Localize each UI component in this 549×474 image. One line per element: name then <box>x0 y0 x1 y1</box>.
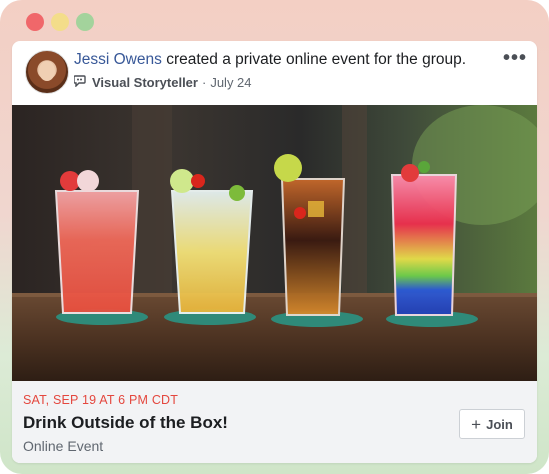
meta-separator: · <box>201 75 207 90</box>
author-avatar[interactable] <box>25 50 69 94</box>
minimize-dot[interactable] <box>51 13 69 31</box>
close-dot[interactable] <box>26 13 44 31</box>
avatar-face <box>39 61 55 81</box>
event-details: SAT, SEP 19 AT 6 PM CDT Drink Outside of… <box>12 381 537 463</box>
post-header: Jessi Owens created a private online eve… <box>12 41 537 105</box>
event-cover-photo[interactable] <box>12 105 537 381</box>
post-headline: Jessi Owens created a private online eve… <box>74 51 466 69</box>
join-label: Join <box>486 416 513 432</box>
event-type: Online Event <box>23 438 104 454</box>
join-button[interactable]: + Join <box>459 409 525 439</box>
group-name-link[interactable]: Visual Storyteller <box>92 75 198 90</box>
window-controls <box>26 13 94 31</box>
post-subline: Visual Storyteller · July 24 <box>73 75 252 90</box>
more-options-icon[interactable]: ••• <box>503 47 527 70</box>
author-name-link[interactable]: Jessi Owens <box>74 51 162 68</box>
post-date[interactable]: July 24 <box>210 75 251 90</box>
group-speech-icon <box>73 75 88 90</box>
maximize-dot[interactable] <box>76 13 94 31</box>
event-post-card: Jessi Owens created a private online eve… <box>12 41 537 463</box>
event-date-time: SAT, SEP 19 AT 6 PM CDT <box>23 393 179 407</box>
post-action-text: created a private online event for the g… <box>166 51 467 68</box>
plus-icon: + <box>471 414 482 434</box>
event-title[interactable]: Drink Outside of the Box! <box>23 413 228 433</box>
window-frame: Jessi Owens created a private online eve… <box>0 0 549 474</box>
